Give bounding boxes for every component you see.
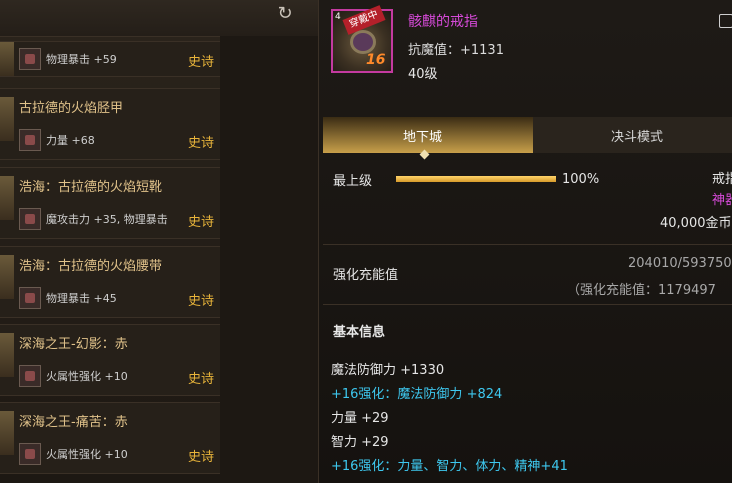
stat-icon — [19, 129, 41, 151]
item-rarity: 史诗 — [187, 215, 214, 230]
item-rarity-tag: 神器 — [712, 193, 732, 208]
basic-line: 魔法防御力 +1330 — [331, 363, 445, 378]
basic-line: 力量 +29 — [331, 411, 389, 426]
basic-line: +16强化：力量、智力、体力、精神+41 — [331, 459, 568, 474]
item-portrait — [0, 42, 14, 76]
item-stat: 火属性强化 +10 — [46, 448, 128, 461]
item-portrait — [0, 255, 14, 299]
list-item[interactable]: 深海之王-幻影：赤 火属性强化 +10 史诗 — [0, 324, 221, 396]
refresh-icon[interactable]: ↻ — [275, 4, 295, 24]
list-item[interactable]: 古拉德的火焰胫甲 力量 +68 史诗 — [0, 88, 221, 160]
item-stat: 魔攻击力 +35, 物理暴击 — [46, 213, 168, 226]
stat-icon — [19, 365, 41, 387]
enhance-label: 强化充能值 — [333, 268, 399, 283]
grade-percent: 100% — [562, 172, 600, 187]
item-stat: 火属性强化 +10 — [46, 370, 128, 383]
tab-dungeon[interactable]: 地下城 — [403, 126, 442, 145]
item-rarity: 史诗 — [187, 450, 214, 465]
item-stat: 物理暴击 +59 — [46, 53, 117, 66]
item-stat: 物理暴击 +45 — [46, 292, 117, 305]
list-header — [0, 0, 318, 37]
divider — [323, 244, 732, 245]
basic-line: 智力 +29 — [331, 435, 389, 450]
item-title: 骸麒的戒指 — [408, 14, 478, 30]
item-name: 深海之王-痛苦：赤 — [19, 415, 128, 430]
gem-shape — [353, 33, 373, 51]
list-background — [220, 36, 318, 483]
list-item[interactable]: 浩海：古拉德的火焰短靴 魔攻击力 +35, 物理暴击 史诗 — [0, 167, 221, 239]
enhance-sub: （强化充能值：1179497 — [567, 283, 716, 298]
basic-line: +16强化：魔法防御力 +824 — [331, 387, 503, 402]
item-rarity: 史诗 — [187, 136, 214, 151]
list-item[interactable]: 物理暴击 +59 史诗 — [0, 41, 221, 77]
tab-duel[interactable]: 决斗模式 — [611, 126, 663, 145]
compare-icon[interactable] — [719, 14, 732, 28]
item-type: 戒指 — [712, 172, 732, 187]
item-name: 古拉德的火焰胫甲 — [19, 101, 124, 116]
item-portrait — [0, 176, 14, 220]
grade-bar — [396, 176, 556, 182]
item-rarity: 史诗 — [187, 372, 214, 387]
stat-icon — [19, 443, 41, 465]
enhance-value: 204010/593750 — [628, 256, 732, 271]
item-portrait — [0, 411, 14, 455]
grade-label: 最上级 — [333, 174, 373, 189]
stat-icon — [19, 208, 41, 230]
divider — [323, 304, 732, 305]
item-portrait — [0, 97, 14, 141]
item-price: 40,000金币 — [660, 216, 732, 231]
stat-icon — [19, 287, 41, 309]
item-stat: 力量 +68 — [46, 134, 95, 147]
enhance-level: 16 — [366, 52, 386, 68]
item-name: 深海之王-幻影：赤 — [19, 337, 128, 352]
item-rarity: 史诗 — [187, 294, 214, 309]
item-portrait — [0, 333, 14, 377]
stat-icon — [19, 48, 41, 70]
item-corner-number: 4 — [335, 12, 341, 22]
list-item[interactable]: 浩海：古拉德的火焰腰带 物理暴击 +45 史诗 — [0, 246, 221, 318]
item-resist: 抗魔值：+1131 — [408, 43, 504, 58]
basic-info-title: 基本信息 — [333, 325, 386, 340]
item-level: 40级 — [408, 67, 438, 82]
grade-bar-fill — [396, 176, 556, 182]
list-item[interactable]: 深海之王-痛苦：赤 火属性强化 +10 史诗 — [0, 402, 221, 474]
item-rarity: 史诗 — [187, 55, 214, 70]
item-name: 浩海：古拉德的火焰短靴 — [19, 180, 163, 195]
item-name: 浩海：古拉德的火焰腰带 — [19, 259, 163, 274]
equipment-list-panel: ↻ 物理暴击 +59 史诗 古拉德的火焰胫甲 力量 +68 史诗 浩海：古拉德的… — [0, 0, 318, 483]
